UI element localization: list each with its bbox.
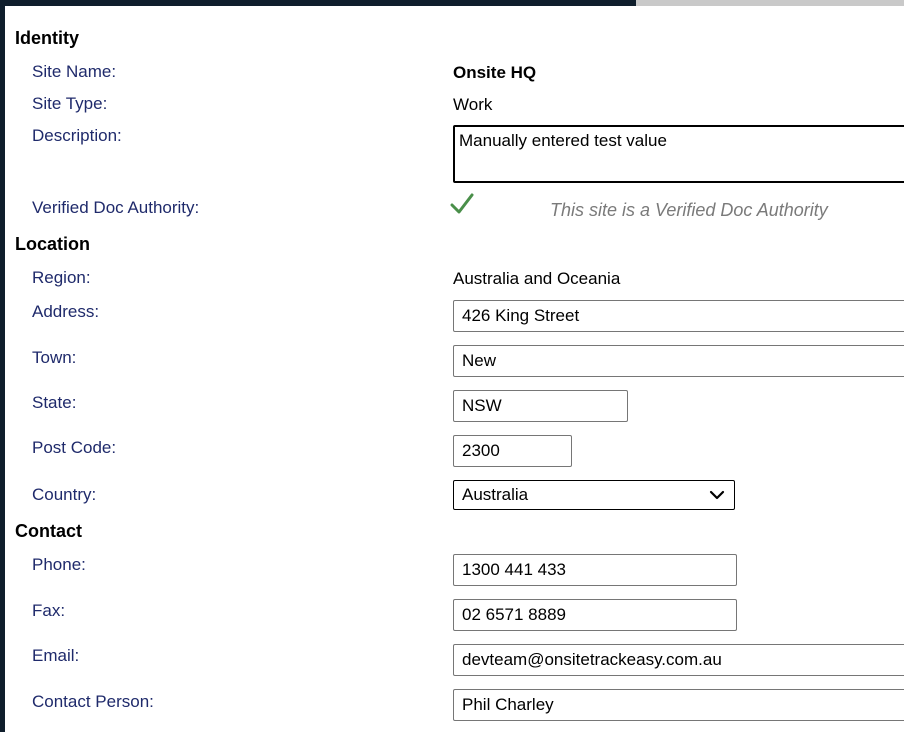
town-input[interactable] (453, 345, 904, 377)
region-label: Region: (32, 268, 91, 287)
country-label: Country: (32, 485, 97, 504)
email-label: Email: (32, 646, 80, 665)
description-label: Description: (32, 126, 122, 145)
verified-doc-authority-label: Verified Doc Authority: (32, 198, 200, 217)
chevron-down-icon (709, 490, 725, 500)
postcode-label: Post Code: (32, 438, 117, 457)
fax-label: Fax: (32, 601, 66, 620)
top-bar (0, 0, 636, 6)
address-input[interactable] (453, 300, 904, 332)
section-identity-heading: Identity (15, 28, 80, 48)
region-value: Australia and Oceania (453, 269, 621, 288)
contact-person-label: Contact Person: (32, 692, 154, 711)
address-label: Address: (32, 302, 100, 321)
left-border (0, 6, 5, 732)
fax-input[interactable] (453, 599, 737, 631)
description-field[interactable]: Manually entered test value (453, 125, 904, 183)
phone-input[interactable] (453, 554, 737, 586)
email-input[interactable] (453, 644, 904, 676)
country-select[interactable]: Australia (453, 480, 735, 510)
country-select-value: Australia (462, 485, 529, 504)
phone-label: Phone: (32, 555, 86, 574)
site-type-value: Work (453, 95, 493, 114)
section-location-heading: Location (15, 234, 90, 254)
verified-note: This site is a Verified Doc Authority (550, 200, 828, 220)
site-name-label: Site Name: (32, 62, 117, 81)
town-label: Town: (32, 348, 77, 367)
top-bar-right (636, 0, 904, 6)
state-label: State: (32, 393, 77, 412)
state-input[interactable] (453, 390, 628, 422)
site-name-value: Onsite HQ (453, 63, 537, 82)
contact-person-input[interactable] (453, 689, 904, 721)
checkmark-icon (450, 193, 474, 214)
section-contact-heading: Contact (15, 521, 82, 541)
postcode-input[interactable] (453, 435, 572, 467)
site-type-label: Site Type: (32, 94, 108, 113)
